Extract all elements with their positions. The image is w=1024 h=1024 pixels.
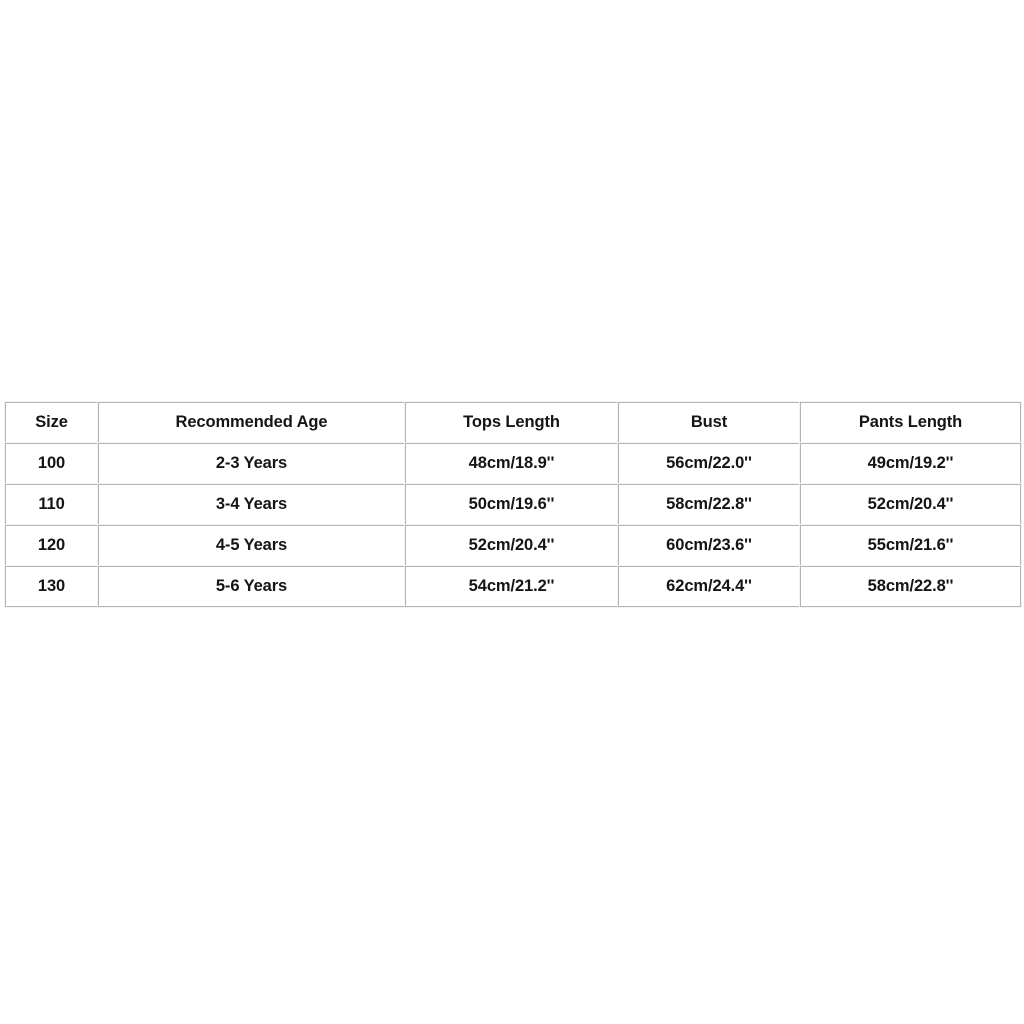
cell-bust: 62cm/24.4''	[618, 566, 800, 607]
table-row: 110 3-4 Years 50cm/19.6'' 58cm/22.8'' 52…	[5, 484, 1021, 525]
table-row: 100 2-3 Years 48cm/18.9'' 56cm/22.0'' 49…	[5, 443, 1021, 484]
size-chart-header: Size Recommended Age Tops Length Bust Pa…	[5, 402, 1021, 443]
cell-pants: 58cm/22.8''	[800, 566, 1021, 607]
cell-pants: 49cm/19.2''	[800, 443, 1021, 484]
cell-bust: 58cm/22.8''	[618, 484, 800, 525]
size-chart-table: Size Recommended Age Tops Length Bust Pa…	[4, 401, 1022, 608]
cell-size: 120	[5, 525, 98, 566]
cell-size: 130	[5, 566, 98, 607]
cell-bust: 60cm/23.6''	[618, 525, 800, 566]
table-header-row: Size Recommended Age Tops Length Bust Pa…	[5, 402, 1021, 443]
cell-age: 2-3 Years	[98, 443, 405, 484]
page-canvas: Size Recommended Age Tops Length Bust Pa…	[0, 0, 1024, 1024]
cell-size: 110	[5, 484, 98, 525]
column-header-bust: Bust	[618, 402, 800, 443]
column-header-recommended-age: Recommended Age	[98, 402, 405, 443]
column-header-pants-length: Pants Length	[800, 402, 1021, 443]
size-chart-body: 100 2-3 Years 48cm/18.9'' 56cm/22.0'' 49…	[5, 443, 1021, 607]
cell-pants: 52cm/20.4''	[800, 484, 1021, 525]
table-row: 120 4-5 Years 52cm/20.4'' 60cm/23.6'' 55…	[5, 525, 1021, 566]
size-chart-container: Size Recommended Age Tops Length Bust Pa…	[4, 401, 1022, 608]
cell-tops: 52cm/20.4''	[405, 525, 618, 566]
column-header-size: Size	[5, 402, 98, 443]
cell-age: 5-6 Years	[98, 566, 405, 607]
column-header-tops-length: Tops Length	[405, 402, 618, 443]
cell-tops: 54cm/21.2''	[405, 566, 618, 607]
cell-age: 3-4 Years	[98, 484, 405, 525]
cell-tops: 48cm/18.9''	[405, 443, 618, 484]
cell-size: 100	[5, 443, 98, 484]
cell-pants: 55cm/21.6''	[800, 525, 1021, 566]
cell-tops: 50cm/19.6''	[405, 484, 618, 525]
cell-age: 4-5 Years	[98, 525, 405, 566]
cell-bust: 56cm/22.0''	[618, 443, 800, 484]
table-row: 130 5-6 Years 54cm/21.2'' 62cm/24.4'' 58…	[5, 566, 1021, 607]
